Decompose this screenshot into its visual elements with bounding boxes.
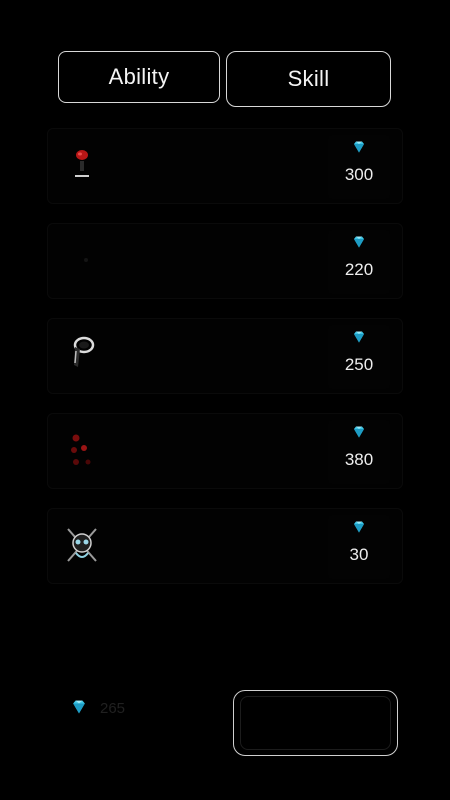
tab-skill[interactable]: Skill bbox=[226, 51, 391, 107]
red-potion-icon bbox=[75, 150, 89, 177]
action-button[interactable] bbox=[233, 690, 398, 756]
shop-item-row[interactable]: 380 bbox=[47, 413, 403, 489]
tab-skill-label: Skill bbox=[287, 66, 330, 91]
price-tag: 250 bbox=[328, 325, 390, 389]
item-price: 300 bbox=[344, 165, 374, 184]
diamond-icon bbox=[354, 426, 364, 438]
shop-item-row[interactable]: 300 bbox=[47, 128, 403, 204]
skull-crossbones-icon bbox=[67, 528, 97, 562]
gem-balance: 265 bbox=[100, 700, 126, 717]
item-price: 30 bbox=[349, 545, 369, 564]
shop-screen: Ability Skill 300 220 250 380 30 265 bbox=[0, 0, 450, 800]
diamond-icon bbox=[73, 700, 85, 714]
shop-item-list: 300 220 250 380 30 bbox=[47, 128, 403, 603]
diamond-icon bbox=[354, 141, 364, 153]
red-berries-icon bbox=[71, 434, 91, 465]
price-tag: 380 bbox=[328, 420, 390, 484]
diamond-icon bbox=[354, 236, 364, 248]
shop-item-row[interactable]: 30 bbox=[47, 508, 403, 584]
dark-item-icon bbox=[84, 258, 88, 262]
diamond-icon bbox=[354, 331, 364, 343]
tab-ability[interactable]: Ability bbox=[58, 51, 220, 103]
diamond-icon bbox=[354, 521, 364, 533]
price-tag: 300 bbox=[328, 135, 390, 199]
price-tag: 220 bbox=[328, 230, 390, 294]
ring-icon bbox=[73, 336, 95, 367]
shop-item-row[interactable]: 220 bbox=[47, 223, 403, 299]
item-price: 220 bbox=[344, 260, 374, 279]
item-price: 380 bbox=[344, 450, 374, 469]
item-price: 250 bbox=[344, 355, 374, 374]
price-tag: 30 bbox=[328, 515, 390, 579]
shop-item-row[interactable]: 250 bbox=[47, 318, 403, 394]
tab-ability-label: Ability bbox=[108, 64, 170, 89]
